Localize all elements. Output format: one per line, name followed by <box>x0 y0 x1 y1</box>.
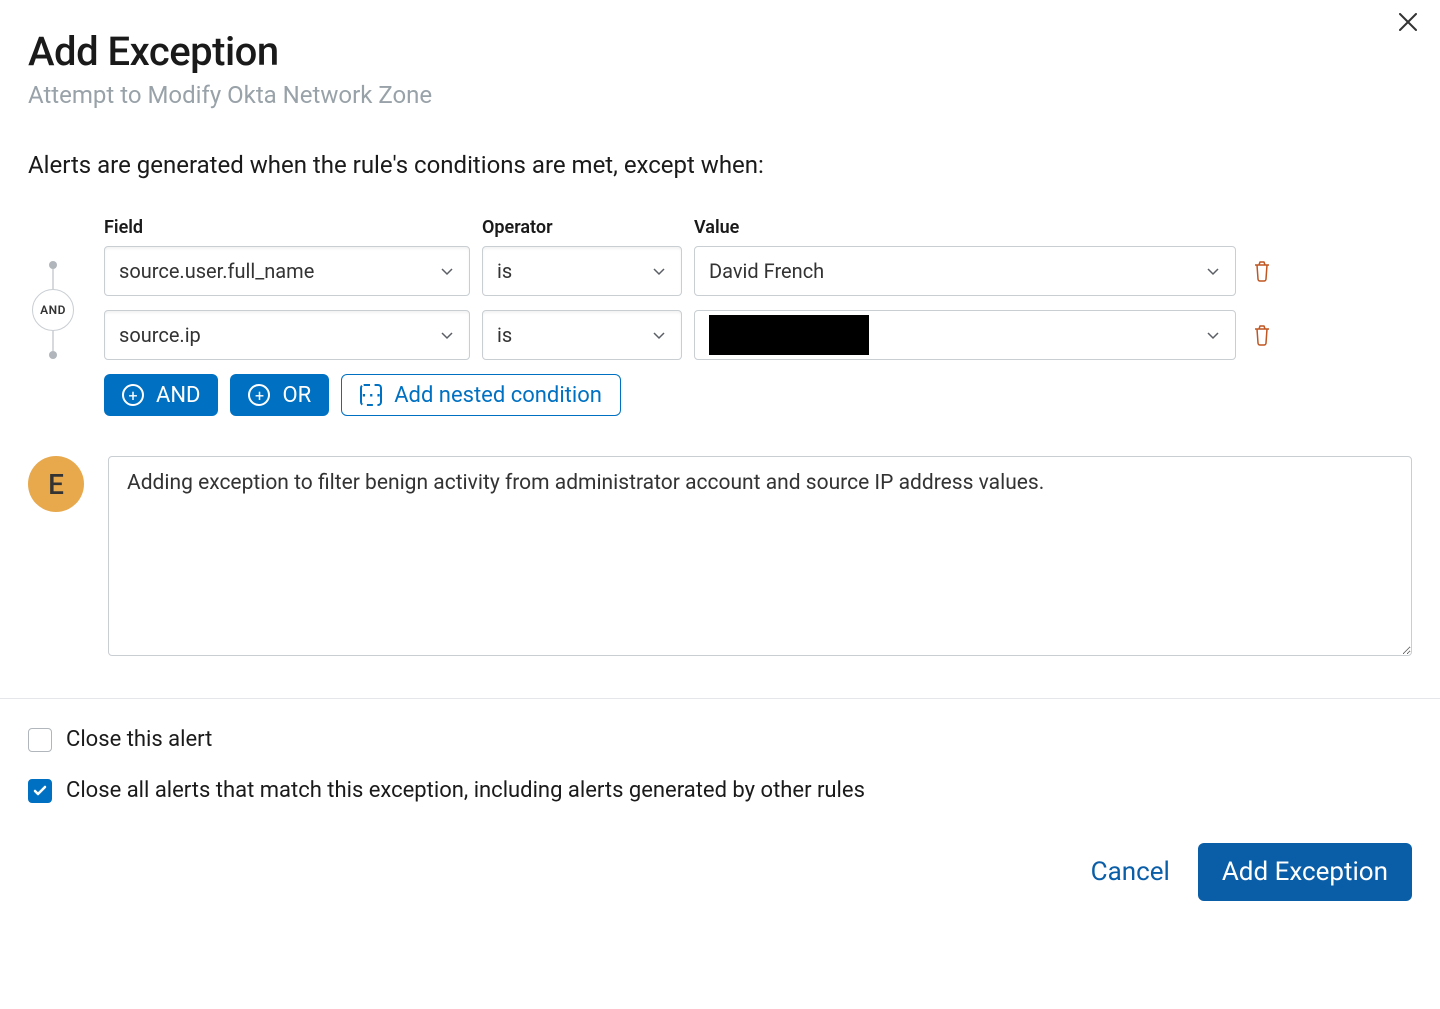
plus-circle-icon: + <box>248 384 270 406</box>
chevron-down-icon <box>1205 263 1221 279</box>
operator-select-value: is <box>497 323 512 347</box>
logic-track: AND <box>28 261 78 359</box>
value-select[interactable]: David French <box>694 246 1236 296</box>
delete-row-button[interactable] <box>1248 321 1276 349</box>
plus-circle-icon: + <box>122 384 144 406</box>
close-this-alert-label: Close this alert <box>66 727 212 752</box>
track-dot-bottom <box>49 351 57 359</box>
operator-select[interactable]: is <box>482 246 682 296</box>
intro-text: Alerts are generated when the rule's con… <box>28 151 1412 179</box>
modal-subtitle: Attempt to Modify Okta Network Zone <box>28 81 1412 109</box>
value-select[interactable] <box>694 310 1236 360</box>
condition-row: source.ip is <box>104 310 1412 360</box>
user-avatar: E <box>28 456 84 512</box>
col-header-field: Field <box>104 217 470 238</box>
operator-select-value: is <box>497 259 512 283</box>
condition-row: source.user.full_name is David French <box>104 246 1412 296</box>
col-header-operator: Operator <box>482 217 682 238</box>
field-select-value: source.user.full_name <box>119 259 314 283</box>
field-select[interactable]: source.ip <box>104 310 470 360</box>
logic-badge: AND <box>32 289 74 331</box>
add-nested-button[interactable]: ⋯ Add nested condition <box>341 374 621 416</box>
add-or-label: OR <box>282 383 311 408</box>
add-nested-label: Add nested condition <box>394 383 602 408</box>
cancel-button[interactable]: Cancel <box>1091 857 1170 887</box>
redacted-value <box>709 315 869 355</box>
nested-icon: ⋯ <box>360 384 382 406</box>
modal-title: Add Exception <box>28 28 1412 75</box>
close-icon[interactable] <box>1396 10 1420 34</box>
operator-select[interactable]: is <box>482 310 682 360</box>
col-header-value: Value <box>694 217 1236 238</box>
add-and-button[interactable]: + AND <box>104 374 218 416</box>
add-or-button[interactable]: + OR <box>230 374 329 416</box>
chevron-down-icon <box>1205 327 1221 343</box>
chevron-down-icon <box>651 327 667 343</box>
add-exception-modal: Add Exception Attempt to Modify Okta Net… <box>0 0 1440 1009</box>
close-all-alerts-checkbox[interactable] <box>28 779 52 803</box>
field-select[interactable]: source.user.full_name <box>104 246 470 296</box>
comment-input[interactable]: Adding exception to filter benign activi… <box>108 456 1412 656</box>
value-select-value: David French <box>709 259 824 283</box>
track-dot-top <box>49 261 57 269</box>
close-all-alerts-label: Close all alerts that match this excepti… <box>66 778 865 803</box>
chevron-down-icon <box>439 327 455 343</box>
track-line <box>52 331 54 351</box>
add-exception-button[interactable]: Add Exception <box>1198 843 1412 901</box>
delete-row-button[interactable] <box>1248 257 1276 285</box>
track-line <box>52 269 54 289</box>
add-and-label: AND <box>156 383 200 408</box>
field-select-value: source.ip <box>119 323 201 347</box>
chevron-down-icon <box>651 263 667 279</box>
close-this-alert-checkbox[interactable] <box>28 728 52 752</box>
chevron-down-icon <box>439 263 455 279</box>
